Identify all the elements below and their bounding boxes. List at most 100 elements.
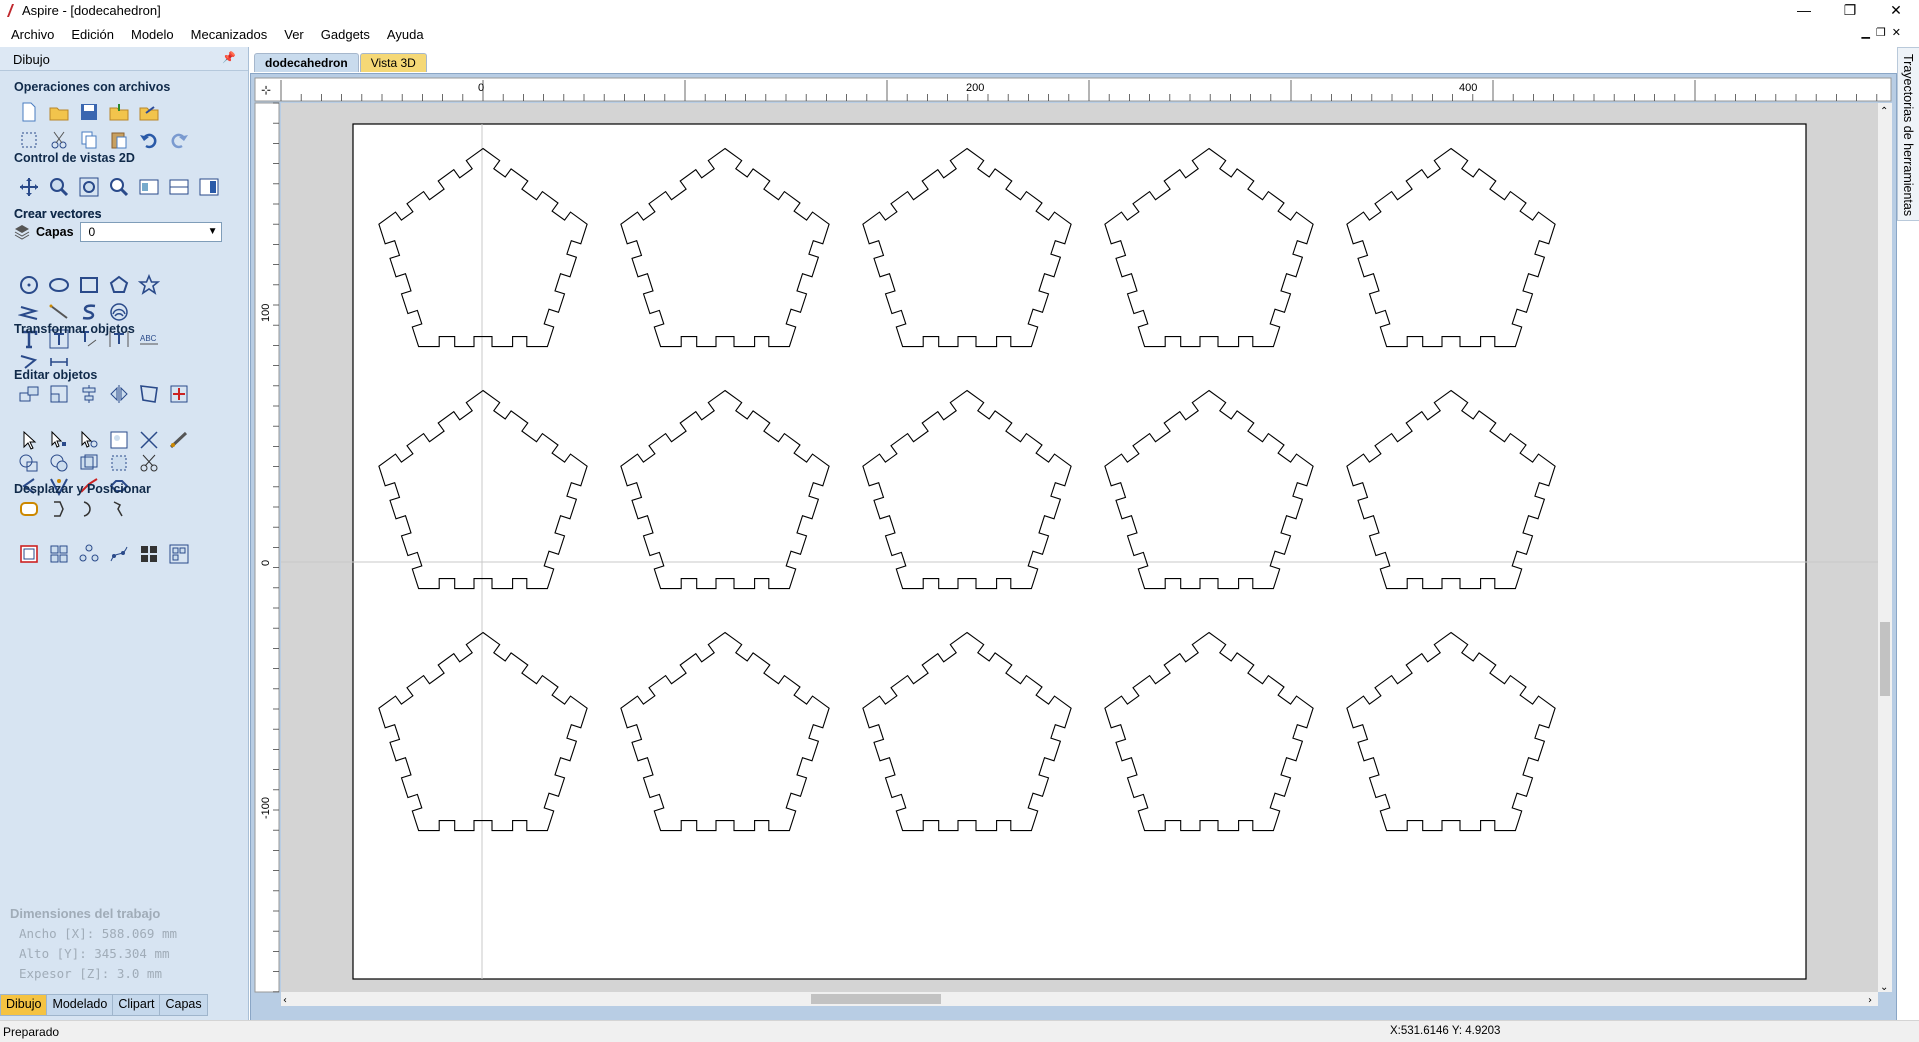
close-vector-icon[interactable] — [44, 496, 74, 522]
mdi-restore-icon[interactable]: ❐ — [1876, 26, 1886, 39]
nest-parts-icon[interactable] — [14, 541, 44, 567]
draw-ellipse-icon[interactable] — [44, 272, 74, 298]
title-bar: Aspire - [dodecahedron] — ❐ ✕ — [0, 0, 1919, 22]
tab-modelado[interactable]: Modelado — [46, 994, 114, 1016]
scroll-down-icon[interactable]: ⌄ — [1880, 982, 1888, 993]
mdi-close-icon[interactable]: ✕ — [1892, 26, 1901, 39]
menu-modelo[interactable]: Modelo — [125, 27, 180, 42]
toolpaths-side-tab[interactable]: Trayectorias de herramientas — [1897, 47, 1919, 221]
toolpaths-tab-label: Trayectorias de herramientas — [1901, 54, 1915, 217]
view-3d-icon[interactable] — [194, 174, 224, 200]
mdi-controls: ▁ ❐ ✕ — [1861, 26, 1901, 39]
menu-ayuda[interactable]: Ayuda — [381, 27, 430, 42]
mdi-minimize-icon[interactable]: ▁ — [1861, 26, 1869, 39]
menu-ver[interactable]: Ver — [278, 27, 310, 42]
draw-polyline-icon[interactable] — [14, 299, 44, 325]
set-origin-icon[interactable] — [164, 381, 194, 407]
vertical-scroll-thumb[interactable] — [1880, 622, 1890, 696]
copy-icon[interactable] — [74, 127, 104, 153]
ruler-left-label-0: 0 — [260, 560, 272, 566]
scroll-left-icon[interactable]: ‹ — [283, 995, 287, 1006]
drawing-canvas[interactable]: ⊹ 0 200 400 100 0 -100 ⌃ ⌄ ‹ › — [251, 74, 1896, 1020]
bezier-icon[interactable] — [104, 496, 134, 522]
distort-icon[interactable] — [134, 381, 164, 407]
zoom-icon[interactable] — [44, 174, 74, 200]
cursor-coordinates: X:531.6146 Y: 4.9203 — [1390, 1025, 1501, 1037]
redo-icon[interactable] — [164, 127, 194, 153]
close-button[interactable]: ✕ — [1873, 0, 1919, 22]
draw-polygon-icon[interactable] — [104, 272, 134, 298]
ruler-corner-icon: ⊹ — [261, 83, 271, 97]
vertical-scrollbar[interactable] — [1878, 103, 1892, 992]
ruler-top-label-200: 200 — [966, 82, 984, 94]
dimension-icon[interactable] — [44, 349, 74, 375]
view-2d-icon[interactable] — [134, 174, 164, 200]
draw-star-icon[interactable] — [134, 272, 164, 298]
open-file-icon[interactable] — [44, 99, 74, 125]
new-file-icon[interactable] — [14, 99, 44, 125]
pan-icon[interactable] — [14, 174, 44, 200]
section-vectors: Crear vectores — [14, 207, 102, 221]
panel-tabs: Dibujo Modelado Clipart Capas — [0, 994, 208, 1016]
panel-header: Dibujo 📌 — [0, 47, 248, 71]
scissors-icon[interactable] — [134, 450, 164, 476]
align-icon[interactable] — [74, 381, 104, 407]
import-file-icon[interactable] — [104, 99, 134, 125]
window-title: Aspire - [dodecahedron] — [22, 3, 161, 18]
drawing-panel: Dibujo 📌 Operaciones con archivos Contro… — [0, 47, 249, 1020]
export-file-icon[interactable] — [134, 99, 164, 125]
tab-dodecahedron[interactable]: dodecahedron — [254, 53, 359, 72]
measure-icon[interactable] — [164, 427, 194, 453]
ruler-left-label-neg100: -100 — [260, 797, 272, 819]
ruler-left-label-100: 100 — [260, 304, 272, 322]
pin-icon[interactable]: 📌 — [222, 51, 236, 64]
undo-icon[interactable] — [134, 127, 164, 153]
array-copy-icon[interactable] — [44, 541, 74, 567]
tab-dibujo[interactable]: Dibujo — [0, 994, 48, 1016]
draw-freehand-icon[interactable] — [14, 349, 44, 375]
draw-spiral-icon[interactable] — [104, 299, 134, 325]
smooth-vectors-icon[interactable] — [14, 496, 44, 522]
draw-rectangle-icon[interactable] — [74, 272, 104, 298]
select-all-icon[interactable] — [14, 127, 44, 153]
tab-vista-3d[interactable]: Vista 3D — [359, 53, 427, 72]
menu-gadgets[interactable]: Gadgets — [315, 27, 376, 42]
minimize-button[interactable]: — — [1781, 0, 1827, 22]
nesting-icon[interactable] — [164, 541, 194, 567]
dropdown-arrow-icon: ▼ — [207, 226, 218, 237]
maximize-button[interactable]: ❐ — [1827, 0, 1873, 22]
menu-mecanizados[interactable]: Mecanizados — [185, 27, 274, 42]
draw-curve-icon[interactable] — [74, 299, 104, 325]
horizontal-scroll-thumb[interactable] — [811, 994, 941, 1004]
menu-edicion[interactable]: Edición — [65, 27, 120, 42]
view-split-icon[interactable] — [164, 174, 194, 200]
zoom-extents-icon[interactable] — [74, 174, 104, 200]
tab-clipart[interactable]: Clipart — [112, 994, 161, 1016]
text-autolayout-icon[interactable]: ABC — [134, 326, 164, 352]
cut-icon[interactable] — [44, 127, 74, 153]
scroll-right-icon[interactable]: › — [1868, 995, 1872, 1006]
section-views: Control de vistas 2D — [14, 151, 135, 165]
save-file-icon[interactable] — [74, 99, 104, 125]
menu-archivo[interactable]: Archivo — [5, 27, 60, 42]
layers-label: Capas — [36, 225, 74, 239]
svg-text:ABC: ABC — [140, 334, 157, 343]
scale-icon[interactable] — [44, 381, 74, 407]
zoom-selection-icon[interactable] — [104, 174, 134, 200]
status-bar: Preparado X:531.6146 Y: 4.9203 — [0, 1020, 1919, 1042]
scroll-up-icon[interactable]: ⌃ — [1880, 106, 1888, 117]
circular-copy-icon[interactable] — [74, 541, 104, 567]
mirror-icon[interactable] — [104, 381, 134, 407]
layer-select[interactable]: 0 ▼ — [79, 222, 222, 242]
paste-icon[interactable] — [104, 127, 134, 153]
draw-line-icon[interactable] — [44, 299, 74, 325]
text-on-curve-icon[interactable] — [74, 326, 104, 352]
horizontal-scrollbar[interactable] — [281, 992, 1878, 1006]
draw-circle-icon[interactable] — [14, 272, 44, 298]
copy-along-vector-icon[interactable] — [104, 541, 134, 567]
curve-fit-icon[interactable] — [74, 496, 104, 522]
grid-copy-icon[interactable] — [134, 541, 164, 567]
text-spacing-icon[interactable] — [104, 326, 134, 352]
move-icon[interactable] — [14, 381, 44, 407]
tab-capas[interactable]: Capas — [159, 994, 208, 1016]
